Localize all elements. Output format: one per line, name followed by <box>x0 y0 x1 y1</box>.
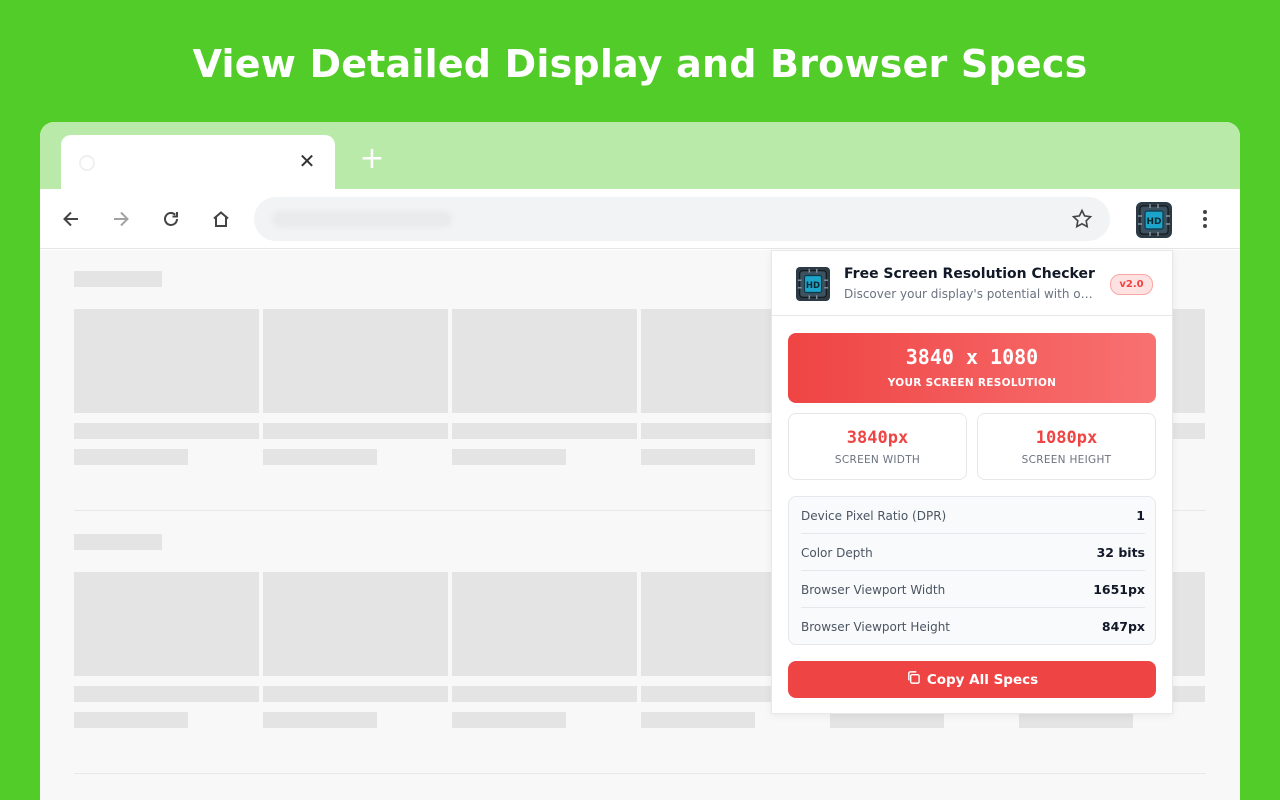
extension-popup: HD Free Screen Resolution Checker Discov… <box>771 250 1173 714</box>
skeleton-line <box>74 423 259 439</box>
skeleton-line <box>452 449 566 465</box>
browser-tab[interactable]: ✕ <box>61 135 335 189</box>
app-logo-icon: HD <box>796 267 830 301</box>
skeleton-line <box>74 686 259 702</box>
browser-toolbar: HD <box>40 189 1240 249</box>
popup-title: Free Screen Resolution Checker <box>844 266 1095 282</box>
skeleton-heading <box>74 534 162 550</box>
screen-width-card: 3840px SCREEN WIDTH <box>788 413 967 480</box>
skeleton-line <box>641 449 755 465</box>
svg-text:HD: HD <box>1146 217 1161 227</box>
skeleton-card <box>452 309 637 413</box>
skeleton-card <box>1170 309 1205 413</box>
spec-value: 1651px <box>1093 582 1145 597</box>
address-text-blurred <box>272 211 452 227</box>
copy-icon <box>906 670 921 689</box>
version-badge: v2.0 <box>1110 274 1153 295</box>
svg-text:HD: HD <box>806 281 820 291</box>
skeleton-line <box>263 449 377 465</box>
section-divider <box>74 773 1206 774</box>
extension-icon[interactable]: HD <box>1136 202 1172 238</box>
tab-strip: ✕ + <box>40 122 1240 189</box>
tab-favicon-icon <box>79 155 95 171</box>
skeleton-line <box>452 686 637 702</box>
spec-row-dpr: Device Pixel Ratio (DPR) 1 <box>801 497 1145 534</box>
skeleton-card <box>452 572 637 676</box>
skeleton-line <box>1019 712 1133 728</box>
skeleton-line <box>641 712 755 728</box>
screen-width-value: 3840px <box>846 428 909 448</box>
skeleton-line <box>1170 423 1205 439</box>
skeleton-line <box>452 423 637 439</box>
screen-height-label: SCREEN HEIGHT <box>1021 454 1112 466</box>
spec-value: 847px <box>1101 619 1145 634</box>
screen-width-label: SCREEN WIDTH <box>834 454 921 466</box>
screen-height-value: 1080px <box>1035 428 1098 448</box>
spec-label: Browser Viewport Height <box>801 620 950 634</box>
kebab-menu-icon[interactable] <box>1195 205 1215 233</box>
skeleton-line <box>74 449 188 465</box>
address-bar[interactable] <box>254 197 1110 241</box>
spec-row-viewport-width: Browser Viewport Width 1651px <box>801 571 1145 608</box>
resolution-label: YOUR SCREEN RESOLUTION <box>887 377 1057 389</box>
forward-arrow-icon[interactable] <box>106 204 136 234</box>
skeleton-line <box>830 712 944 728</box>
copy-button-label: Copy All Specs <box>926 671 1039 688</box>
spec-label: Browser Viewport Width <box>801 583 946 597</box>
resolution-value: 3840 x 1080 <box>905 345 1039 369</box>
spec-label: Device Pixel Ratio (DPR) <box>801 509 947 523</box>
star-icon[interactable] <box>1070 207 1094 231</box>
skeleton-line <box>74 712 188 728</box>
back-arrow-icon[interactable] <box>56 204 86 234</box>
spec-row-viewport-height: Browser Viewport Height 847px <box>801 608 1145 644</box>
skeleton-card <box>263 572 448 676</box>
spec-value: 32 bits <box>1096 545 1145 560</box>
close-icon[interactable]: ✕ <box>295 149 319 173</box>
skeleton-card <box>74 572 259 676</box>
spec-label: Color Depth <box>801 546 873 560</box>
page-headline: View Detailed Display and Browser Specs <box>192 42 1088 86</box>
copy-all-specs-button[interactable]: Copy All Specs <box>788 661 1156 698</box>
spec-row-color-depth: Color Depth 32 bits <box>801 534 1145 571</box>
popup-subtitle: Discover your display's potential with o… <box>844 287 1094 301</box>
plus-icon[interactable]: + <box>358 144 386 174</box>
spec-value: 1 <box>1136 508 1145 523</box>
skeleton-line <box>263 423 448 439</box>
skeleton-card <box>1170 572 1205 676</box>
skeleton-card <box>263 309 448 413</box>
screen-height-card: 1080px SCREEN HEIGHT <box>977 413 1156 480</box>
specs-table: Device Pixel Ratio (DPR) 1 Color Depth 3… <box>788 496 1156 645</box>
popup-header: HD Free Screen Resolution Checker Discov… <box>772 251 1172 316</box>
skeleton-card <box>74 309 259 413</box>
skeleton-line <box>263 712 377 728</box>
skeleton-line <box>452 712 566 728</box>
skeleton-heading <box>74 271 162 287</box>
reload-icon[interactable] <box>156 204 186 234</box>
resolution-card: 3840 x 1080 YOUR SCREEN RESOLUTION <box>788 333 1156 403</box>
skeleton-line <box>1170 686 1205 702</box>
home-icon[interactable] <box>206 204 236 234</box>
skeleton-line <box>263 686 448 702</box>
